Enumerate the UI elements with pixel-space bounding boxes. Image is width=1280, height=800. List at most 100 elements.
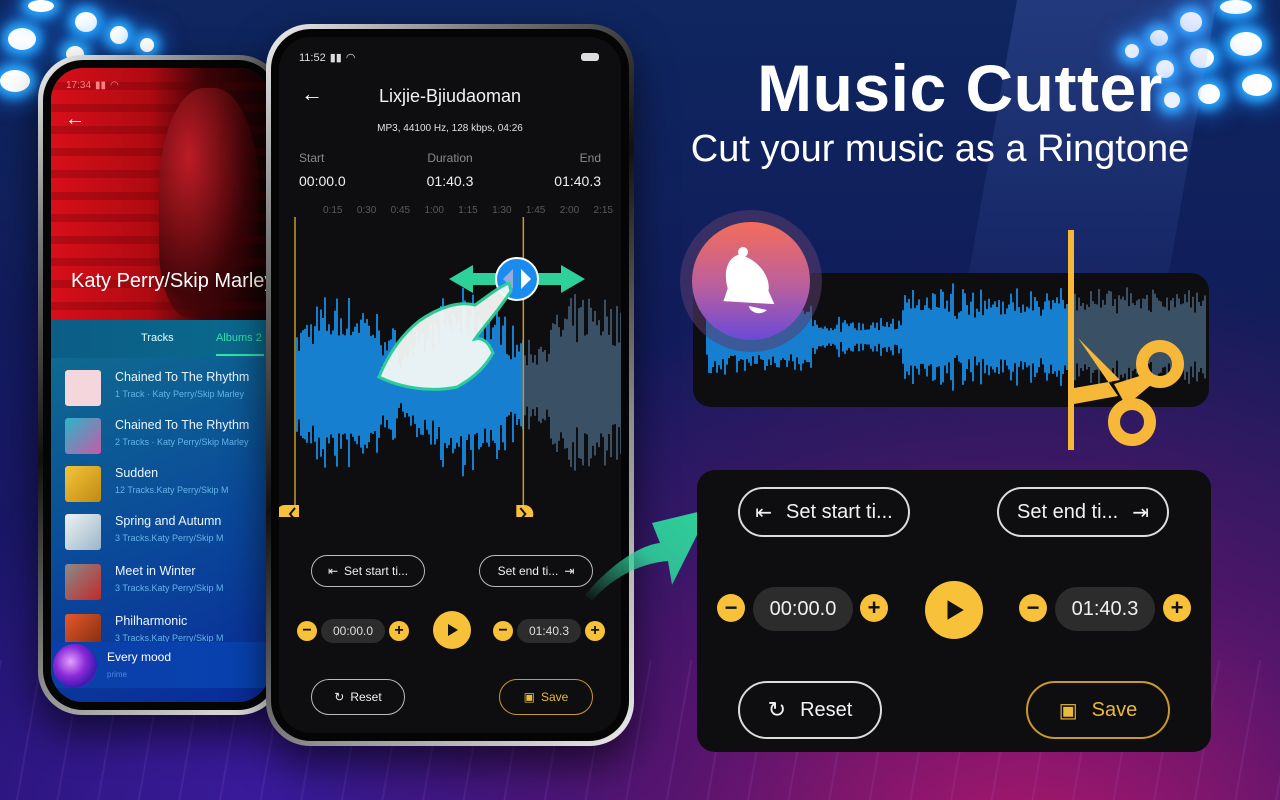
start-time-field[interactable]: 00:00.0 — [321, 619, 385, 643]
album-title: Chained To The Rhythm — [115, 418, 250, 432]
end-increment-button[interactable]: + — [1163, 594, 1191, 622]
wifi-icon: ◠ — [345, 52, 356, 64]
headline-title: Music Cutter — [757, 51, 1163, 125]
album-thumbnail — [65, 418, 101, 454]
skip-end-icon: ⇥ — [564, 564, 575, 578]
scissors-icon — [1070, 338, 1184, 446]
cutter-screen: 11:52 ▮▮ ◠ ← Lixjie-Bjiudaoman MP3, 4410… — [279, 37, 621, 733]
duration-value: 01:40.3 — [426, 173, 474, 189]
set-start-label: Set start ti... — [786, 500, 893, 523]
album-thumbnail — [65, 564, 101, 600]
reset-label: Reset — [800, 698, 853, 721]
end-time-field[interactable]: 01:40.3 — [517, 619, 581, 643]
album-item[interactable]: Sudden 12 Tracks.Katy Perry/Skip M — [65, 464, 270, 504]
status-time: 11:52 — [299, 51, 326, 64]
reset-button[interactable]: ↻ Reset — [311, 679, 405, 715]
start-handle[interactable] — [279, 505, 299, 517]
signal-icon: ▮▮ — [329, 52, 342, 64]
ringtone-badge — [680, 210, 822, 352]
end-handle[interactable] — [516, 505, 534, 517]
reset-icon: ↻ — [767, 697, 787, 722]
reset-label: Reset — [350, 690, 382, 704]
skip-start-icon: ⇤ — [327, 564, 339, 578]
save-button[interactable]: ▣ Save — [1026, 681, 1170, 739]
save-icon: ▣ — [1058, 699, 1078, 722]
album-title: Philharmonic — [115, 614, 188, 628]
end-increment-button[interactable]: + — [585, 621, 605, 641]
album-thumbnail — [65, 514, 101, 550]
album-list: Chained To The Rhythm 1 Track · Katy Per… — [51, 358, 270, 702]
start-decrement-button[interactable]: − — [717, 594, 745, 622]
album-title: Spring and Autumn — [115, 514, 222, 528]
status-bar: 17:34 ▮▮ ◠ — [66, 80, 119, 91]
play-button[interactable] — [925, 581, 983, 639]
set-start-label: Set start ti... — [344, 564, 409, 578]
skip-end-icon: ⇥ — [1132, 501, 1149, 524]
album-item[interactable]: Chained To The Rhythm 2 Tracks · Katy Pe… — [65, 416, 270, 456]
start-decrement-button[interactable]: − — [297, 621, 317, 641]
album-thumbnail — [65, 370, 101, 406]
album-item[interactable]: Chained To The Rhythm 1 Track · Katy Per… — [65, 368, 270, 408]
duration-label: Duration — [427, 151, 473, 165]
save-button[interactable]: ▣ Save — [499, 679, 593, 715]
start-value: 00:00.0 — [299, 173, 346, 189]
start-increment-button[interactable]: + — [860, 594, 888, 622]
back-arrow-icon[interactable]: ← — [65, 108, 85, 131]
now-playing-bar[interactable]: Every mood prime — [51, 642, 270, 688]
start-increment-button[interactable]: + — [389, 621, 409, 641]
album-subtitle: 2 Tracks · Katy Perry/Skip Marley — [115, 437, 249, 447]
reset-button[interactable]: ↻ Reset — [738, 681, 882, 739]
now-playing-artwork — [53, 644, 97, 688]
play-button[interactable] — [433, 611, 471, 649]
artist-name: Katy Perry/Skip Marley — [71, 270, 270, 292]
set-end-time-button[interactable]: Set end ti... ⇥ — [997, 487, 1169, 537]
skip-start-icon: ⇤ — [755, 501, 773, 524]
waveform-editor[interactable] — [279, 217, 621, 517]
set-start-time-button[interactable]: ⇤ Set start ti... — [311, 555, 425, 587]
end-decrement-button[interactable]: − — [493, 621, 513, 641]
cutter-controls-card: ⇤ Set start ti... Set end ti... ⇥ − 00:0… — [697, 470, 1211, 752]
reset-icon: ↻ — [334, 690, 345, 704]
set-end-time-button[interactable]: Set end ti... ⇥ — [479, 555, 593, 587]
set-end-label: Set end ti... — [497, 564, 559, 578]
active-tab-indicator — [216, 354, 264, 356]
headline: Music Cutter Cut your music as a Rington… — [640, 52, 1240, 172]
album-thumbnail — [65, 466, 101, 502]
end-label: End — [579, 151, 601, 165]
phone-cutter: 11:52 ▮▮ ◠ ← Lixjie-Bjiudaoman MP3, 4410… — [266, 24, 634, 746]
pointer-arrow-icon — [585, 509, 710, 601]
phone-library: 17:34 ▮▮ ◠ ← Katy Perry/Skip Marley Trac… — [38, 55, 283, 715]
end-time-field[interactable]: 01:40.3 — [1055, 587, 1155, 631]
now-playing-title: Every mood — [107, 650, 172, 664]
start-time-field[interactable]: 00:00.0 — [753, 587, 853, 631]
headline-subtitle: Cut your music as a Ringtone — [690, 128, 1190, 170]
album-title: Meet in Winter — [115, 564, 196, 578]
wifi-icon: ◠ — [110, 80, 119, 91]
play-icon — [947, 600, 964, 620]
album-subtitle: 12 Tracks.Katy Perry/Skip M — [115, 485, 229, 495]
save-icon: ▣ — [523, 690, 535, 704]
library-screen: 17:34 ▮▮ ◠ ← Katy Perry/Skip Marley Trac… — [51, 68, 270, 702]
library-tabs: Tracks Albums 2 — [51, 320, 270, 358]
save-label: Save — [1091, 698, 1138, 721]
tab-albums[interactable]: Albums 2 — [216, 332, 262, 344]
set-start-time-button[interactable]: ⇤ Set start ti... — [738, 487, 910, 537]
album-item[interactable]: Meet in Winter 3 Tracks.Katy Perry/Skip … — [65, 562, 270, 602]
start-label: Start — [299, 151, 325, 165]
drag-arrows-icon — [449, 257, 585, 301]
bell-icon — [723, 247, 775, 314]
set-end-label: Set end ti... — [1017, 500, 1119, 523]
album-title: Sudden — [115, 466, 159, 480]
album-item[interactable]: Spring and Autumn 3 Tracks.Katy Perry/Sk… — [65, 512, 270, 552]
track-meta: MP3, 44100 Hz, 128 kbps, 04:26 — [377, 123, 523, 134]
album-subtitle: 3 Tracks.Katy Perry/Skip M — [115, 583, 224, 593]
tab-tracks[interactable]: Tracks — [141, 332, 174, 344]
battery-icon — [581, 53, 599, 61]
status-time: 17:34 — [66, 80, 92, 91]
end-decrement-button[interactable]: − — [1019, 594, 1047, 622]
track-title: Lixjie-Bjiudaoman — [378, 86, 522, 106]
album-title: Chained To The Rhythm — [115, 370, 250, 384]
now-playing-subtitle: prime — [107, 670, 128, 679]
status-bar: 11:52 ▮▮ ◠ — [299, 51, 356, 65]
album-subtitle: 3 Tracks.Katy Perry/Skip M — [115, 533, 224, 543]
